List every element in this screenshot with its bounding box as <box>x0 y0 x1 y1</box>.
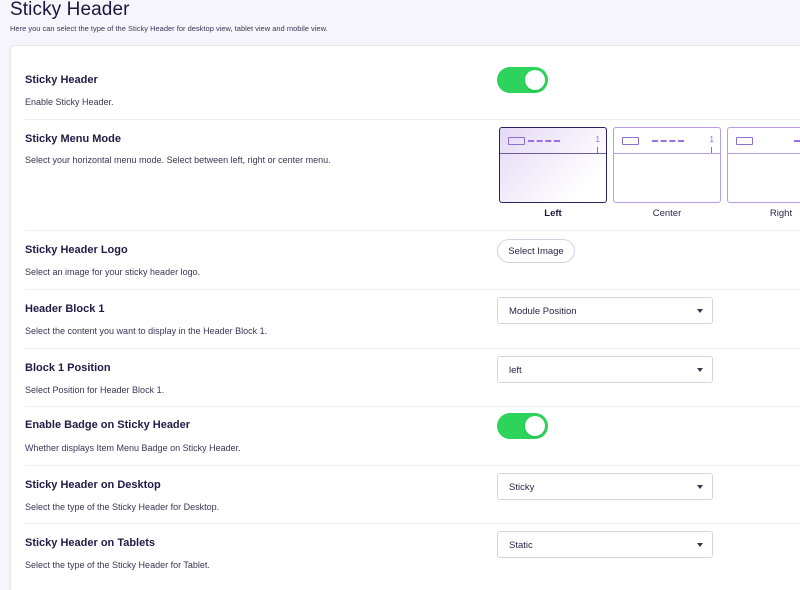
menu-badge: 1 <box>595 135 600 144</box>
caret-down-icon <box>697 485 703 489</box>
logo-placeholder-icon <box>736 137 753 145</box>
page-subtitle: Here you can select the type of the Stic… <box>10 24 328 33</box>
setting-description: Select Position for Header Block 1. <box>25 385 165 395</box>
setting-label: Sticky Menu Mode <box>25 133 121 145</box>
header-block-1-select[interactable]: Module Position <box>497 297 713 324</box>
menu-mode-label: Right <box>769 208 793 219</box>
desktop-sticky-select[interactable]: Sticky <box>497 473 713 500</box>
setting-label: Sticky Header Logo <box>25 244 128 256</box>
select-image-button[interactable]: Select Image <box>497 239 575 263</box>
setting-description: Select the type of the Sticky Header for… <box>25 560 210 570</box>
select-value: left <box>509 365 522 376</box>
setting-description: Select your horizontal menu mode. Select… <box>25 155 331 165</box>
header-block-1-select-wrap: Module Position <box>497 297 713 324</box>
setting-row-tablets: Sticky Header on Tablets Select the type… <box>25 523 800 582</box>
setting-label: Enable Badge on Sticky Header <box>25 419 191 431</box>
toggle-track[interactable] <box>497 413 548 439</box>
menu-mode-card-left[interactable]: 1 <box>499 127 607 203</box>
setting-row-logo: Sticky Header Logo Select an image for y… <box>25 230 800 290</box>
setting-label: Sticky Header <box>25 74 98 86</box>
desktop-select-wrap: Sticky <box>497 473 713 500</box>
setting-description: Select the type of the Sticky Header for… <box>25 502 220 512</box>
page-header: Sticky Header Here you can select the ty… <box>10 0 328 34</box>
menu-mode-option-center[interactable]: 1 Center <box>613 127 721 219</box>
caret-down-icon <box>697 309 703 313</box>
setting-label: Sticky Header on Desktop <box>25 479 161 491</box>
block-1-position-select[interactable]: left <box>497 356 713 383</box>
setting-row-desktop: Sticky Header on Desktop Select the type… <box>25 465 800 524</box>
select-value: Sticky <box>509 482 535 493</box>
setting-description: Select an image for your sticky header l… <box>25 267 201 277</box>
settings-panel: Sticky Header Enable Sticky Header. Stic… <box>10 45 800 590</box>
badge-toggle[interactable] <box>497 413 548 439</box>
menu-items-dashes <box>794 140 800 142</box>
logo-placeholder-icon <box>508 137 525 145</box>
toggle-knob <box>525 70 545 90</box>
menu-mode-card-center[interactable]: 1 <box>613 127 721 203</box>
setting-row-sticky-header: Sticky Header Enable Sticky Header. <box>25 46 800 120</box>
setting-row-badge: Enable Badge on Sticky Header Whether di… <box>25 406 800 466</box>
setting-description: Enable Sticky Header. <box>25 97 114 107</box>
menu-items-dashes <box>652 140 684 142</box>
setting-description: Select the content you want to display i… <box>25 326 268 336</box>
toggle-knob <box>525 416 545 436</box>
sticky-header-toggle[interactable] <box>497 67 548 93</box>
menu-badge: 1 <box>709 135 714 144</box>
menu-mode-option-right[interactable]: 1 Right <box>727 127 800 219</box>
menu-mode-label: Center <box>652 208 682 219</box>
menu-tick <box>711 147 712 153</box>
page-title: Sticky Header <box>10 0 130 20</box>
toggle-track[interactable] <box>497 67 548 93</box>
setting-row-block-1-position: Block 1 Position Select Position for Hea… <box>25 348 800 407</box>
select-value: Static <box>509 540 533 551</box>
caret-down-icon <box>697 543 703 547</box>
setting-label: Block 1 Position <box>25 362 111 374</box>
select-image-control: Select Image <box>497 239 575 263</box>
block-1-position-select-wrap: left <box>497 356 713 383</box>
logo-placeholder-icon <box>622 137 639 145</box>
menu-mode-label: Left <box>544 208 562 219</box>
menu-tick <box>597 147 598 153</box>
select-value: Module Position <box>509 306 577 317</box>
settings-page: Sticky Header Here you can select the ty… <box>0 0 800 590</box>
tablets-sticky-select[interactable]: Static <box>497 531 713 558</box>
setting-description: Whether displays Item Menu Badge on Stic… <box>25 443 241 453</box>
setting-row-header-block-1: Header Block 1 Select the content you wa… <box>25 289 800 349</box>
menu-mode-option-left[interactable]: 1 Left <box>499 127 607 219</box>
tablets-select-wrap: Static <box>497 531 713 558</box>
menu-mode-card-right[interactable]: 1 <box>727 127 800 203</box>
menu-mode-options: 1 Left 1 Center Right <box>499 127 800 219</box>
menu-items-dashes <box>528 140 560 142</box>
setting-row-menu-mode: Sticky Menu Mode Select your horizontal … <box>25 119 800 231</box>
setting-label: Sticky Header on Tablets <box>25 537 156 549</box>
caret-down-icon <box>697 368 703 372</box>
setting-label: Header Block 1 <box>25 303 105 315</box>
